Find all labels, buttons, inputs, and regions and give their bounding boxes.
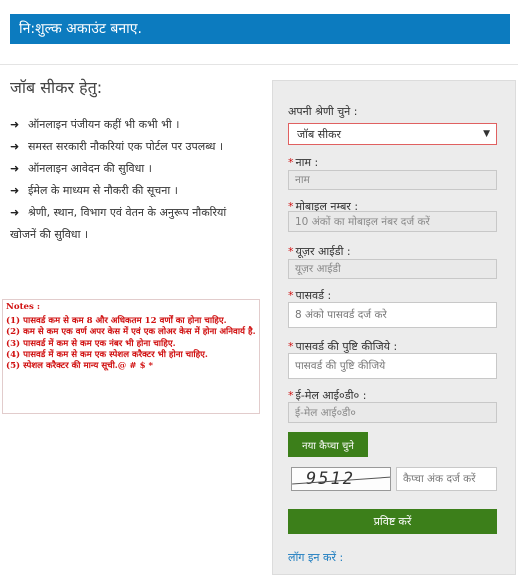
feature-item-continued: खोजनें की सुविधा । bbox=[10, 228, 89, 241]
confirm-password-input[interactable]: पासवर्ड की पुष्टि कीजिये bbox=[288, 353, 497, 379]
feature-item: ➜ समस्त सरकारी नौकरियां एक पोर्टल पर उपलब… bbox=[10, 136, 260, 158]
name-label: * नाम : bbox=[288, 156, 319, 169]
feature-item: ➜ ऑनलाइन पंजीयन कहीं भी कभी भी । bbox=[10, 114, 260, 136]
name-input[interactable]: नाम bbox=[288, 170, 497, 190]
arrow-right-icon: ➜ bbox=[10, 162, 20, 175]
arrow-right-icon: ➜ bbox=[10, 184, 20, 197]
captcha-image: 9512 bbox=[291, 467, 391, 491]
arrow-right-icon: ➜ bbox=[10, 118, 20, 131]
login-link[interactable]: लॉग इन करें : bbox=[288, 550, 343, 565]
email-input[interactable]: ई-मेल आई०डी० bbox=[288, 402, 497, 423]
password-input[interactable]: 8 अंको पासवर्ड दर्ज करे bbox=[288, 302, 497, 328]
chevron-down-icon: ▼ bbox=[483, 129, 490, 139]
new-captcha-button[interactable]: नया कैप्चा चुने bbox=[288, 432, 368, 457]
page-header-title: नि:शुल्क अकाउंट बनाए. bbox=[19, 21, 142, 37]
feature-item: ➜ श्रेणी, स्थान, विभाग एवं वेतन के अनुरूप… bbox=[10, 202, 260, 224]
email-label: * ई-मेल आई०डी० : bbox=[288, 389, 367, 402]
divider bbox=[0, 64, 518, 65]
note-item: (1) पासवर्ड कम से कम 8 और अधिकतम 12 वर्ण… bbox=[6, 316, 227, 327]
mobile-input[interactable]: 10 अंकों का मोबाइल नंबर दर्ज करें bbox=[288, 211, 497, 232]
note-item: (2) कम से कम एक वर्ण अपर केस में एवं एक … bbox=[6, 327, 256, 338]
password-label: * पासवर्ड : bbox=[288, 289, 332, 302]
note-item: (4) पासवर्ड में कम से कम एक स्पेशल करैक्… bbox=[6, 349, 208, 360]
arrow-right-icon: ➜ bbox=[10, 140, 20, 153]
note-item: (5) स्पेशल करैक्टर की मान्य सूची.@ # $ * bbox=[6, 361, 154, 372]
registration-form: अपनी श्रेणी चुने : जॉब सीकर ▼ * नाम : नाम… bbox=[272, 80, 516, 575]
password-notes: Notes : (1) पासवर्ड कम से कम 8 और अधिकतम… bbox=[2, 299, 260, 414]
category-select[interactable]: जॉब सीकर ▼ bbox=[288, 123, 497, 145]
confirm-password-label: * पासवर्ड की पुष्टि कीजिये : bbox=[288, 340, 398, 353]
feature-list: ➜ ऑनलाइन पंजीयन कहीं भी कभी भी । ➜ समस्त स… bbox=[10, 114, 260, 246]
notes-title: Notes : bbox=[6, 302, 41, 312]
userid-input[interactable]: यूज़र आईडी bbox=[288, 259, 497, 279]
userid-label: * यूज़र आईडी : bbox=[288, 245, 351, 258]
page-header: नि:शुल्क अकाउंट बनाए. bbox=[10, 14, 510, 44]
submit-button[interactable]: प्रविष्ट करें bbox=[288, 509, 497, 534]
feature-item: ➜ ईमेल के माध्यम से नौकरी की सूचना । bbox=[10, 180, 260, 202]
arrow-right-icon: ➜ bbox=[10, 206, 20, 219]
captcha-input[interactable]: कैप्चा अंक दर्ज करें bbox=[396, 467, 497, 491]
feature-item: ➜ ऑनलाइन आवेदन की सुविधा । bbox=[10, 158, 260, 180]
jobseeker-title: जॉब सीकर हेतु: bbox=[10, 78, 103, 97]
note-item: (3) पासवर्ड में कम से कम एक नंबर भी होना… bbox=[6, 338, 176, 349]
category-label: अपनी श्रेणी चुने : bbox=[288, 105, 358, 118]
